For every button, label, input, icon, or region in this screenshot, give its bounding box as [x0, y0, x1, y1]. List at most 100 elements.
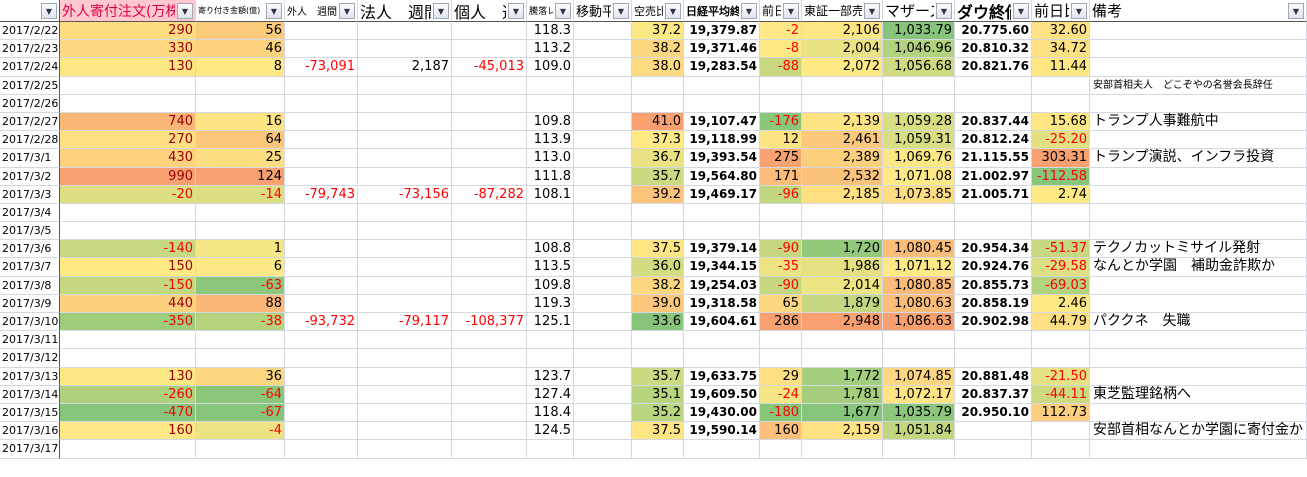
data-cell[interactable]: -67 [196, 403, 285, 423]
data-cell[interactable]: 112.73 [1032, 403, 1090, 423]
row-date-cell[interactable]: 2017/3/16 [0, 422, 60, 441]
data-cell[interactable]: -35 [760, 258, 802, 277]
data-cell[interactable] [527, 222, 574, 241]
column-header-6[interactable]: 騰落レシオ▼ [527, 0, 574, 22]
data-cell[interactable] [632, 222, 684, 241]
data-cell[interactable] [1032, 94, 1090, 113]
data-cell[interactable]: 65 [760, 294, 802, 313]
column-header-3[interactable]: 外人 週間差▼ [285, 0, 358, 22]
data-cell[interactable] [452, 22, 527, 41]
column-header-5[interactable]: 個人 週▼ [452, 0, 527, 22]
data-cell[interactable] [883, 94, 955, 113]
data-cell[interactable] [196, 331, 285, 350]
data-cell[interactable] [358, 349, 452, 368]
data-cell[interactable]: -93,732 [285, 313, 358, 332]
data-cell[interactable]: 1,772 [802, 367, 883, 386]
data-cell[interactable]: 2,004 [802, 40, 883, 59]
data-cell[interactable]: -73,156 [358, 185, 452, 204]
data-cell[interactable] [452, 349, 527, 368]
data-cell[interactable]: 171 [760, 167, 802, 186]
data-cell[interactable] [358, 331, 452, 350]
data-cell[interactable] [60, 222, 196, 241]
data-cell[interactable] [574, 331, 632, 350]
data-cell[interactable] [285, 422, 358, 441]
data-cell[interactable] [527, 349, 574, 368]
data-cell[interactable]: 2.46 [1032, 294, 1090, 313]
data-cell[interactable] [452, 422, 527, 441]
filter-dropdown-icon[interactable]: ▼ [433, 3, 449, 19]
row-date-cell[interactable]: 2017/3/4 [0, 203, 60, 223]
data-cell[interactable] [60, 331, 196, 350]
data-cell[interactable]: 1,781 [802, 385, 883, 404]
data-cell[interactable]: 19,379.87 [684, 22, 760, 41]
data-cell[interactable]: 124.5 [527, 422, 574, 441]
data-cell[interactable] [452, 403, 527, 423]
data-cell[interactable]: 19,393.54 [684, 149, 760, 168]
row-date-cell[interactable]: 2017/3/7 [0, 258, 60, 277]
data-cell[interactable]: 33.6 [632, 313, 684, 332]
data-cell[interactable] [684, 203, 760, 223]
data-cell[interactable]: 1,071.08 [883, 167, 955, 186]
row-date-cell[interactable]: 2017/3/5 [0, 222, 60, 241]
data-cell[interactable]: 34.72 [1032, 40, 1090, 59]
row-date-cell[interactable]: 2017/3/9 [0, 294, 60, 313]
data-cell[interactable]: 21.002.97 [955, 167, 1032, 186]
data-cell[interactable] [760, 349, 802, 368]
data-cell[interactable] [574, 367, 632, 386]
column-header-1[interactable]: 外人寄付注文(万株) ▼ [60, 0, 196, 22]
data-cell[interactable] [196, 349, 285, 368]
data-cell[interactable]: 150 [60, 258, 196, 277]
data-cell[interactable] [760, 203, 802, 223]
data-cell[interactable]: 2.74 [1032, 185, 1090, 204]
data-cell[interactable]: 1,046.96 [883, 40, 955, 59]
data-cell[interactable] [1032, 76, 1090, 95]
data-cell[interactable]: 20.950.10 [955, 403, 1032, 423]
data-cell[interactable]: 19,633.75 [684, 367, 760, 386]
data-cell[interactable]: 36 [196, 367, 285, 386]
column-header-4[interactable]: 法人 週間▼ [358, 0, 452, 22]
row-date-cell[interactable]: 2017/3/8 [0, 276, 60, 295]
column-header-12[interactable]: マザーズ▼ [883, 0, 955, 22]
data-cell[interactable]: 286 [760, 313, 802, 332]
data-cell[interactable]: 108.8 [527, 240, 574, 259]
data-cell[interactable] [632, 94, 684, 113]
data-cell[interactable] [1032, 222, 1090, 241]
data-cell[interactable]: -51.37 [1032, 240, 1090, 259]
data-cell[interactable]: 20.810.32 [955, 40, 1032, 59]
data-cell[interactable] [883, 440, 955, 459]
note-cell[interactable] [1090, 294, 1307, 313]
column-header-11[interactable]: 東証一部売 ▼ [802, 0, 883, 22]
data-cell[interactable]: 25 [196, 149, 285, 168]
row-date-cell[interactable]: 2017/2/27 [0, 112, 60, 132]
data-cell[interactable] [1032, 331, 1090, 350]
data-cell[interactable] [574, 276, 632, 295]
data-cell[interactable]: 19,604.61 [684, 313, 760, 332]
data-cell[interactable]: -140 [60, 240, 196, 259]
data-cell[interactable] [452, 258, 527, 277]
data-cell[interactable] [684, 331, 760, 350]
data-cell[interactable]: -150 [60, 276, 196, 295]
data-cell[interactable] [955, 331, 1032, 350]
data-cell[interactable]: 440 [60, 294, 196, 313]
data-cell[interactable]: 20.902.98 [955, 313, 1032, 332]
row-date-cell[interactable]: 2017/2/28 [0, 131, 60, 150]
column-header-9[interactable]: 日経平均終値▼ [684, 0, 760, 22]
column-header-14[interactable]: 前日比▼ [1032, 0, 1090, 22]
data-cell[interactable]: 160 [60, 422, 196, 441]
data-cell[interactable] [196, 76, 285, 95]
data-cell[interactable]: 19,590.14 [684, 422, 760, 441]
data-cell[interactable] [196, 440, 285, 459]
filter-dropdown-icon[interactable]: ▼ [177, 3, 193, 19]
data-cell[interactable]: 2,139 [802, 112, 883, 132]
note-cell[interactable] [1090, 349, 1307, 368]
note-cell[interactable] [1090, 222, 1307, 241]
data-cell[interactable] [196, 94, 285, 113]
data-cell[interactable] [527, 203, 574, 223]
data-cell[interactable]: 1,080.63 [883, 294, 955, 313]
data-cell[interactable] [358, 112, 452, 132]
data-cell[interactable] [574, 112, 632, 132]
note-cell[interactable] [1090, 58, 1307, 77]
data-cell[interactable]: 125.1 [527, 313, 574, 332]
data-cell[interactable] [574, 58, 632, 77]
filter-dropdown-icon[interactable]: ▼ [555, 3, 571, 19]
